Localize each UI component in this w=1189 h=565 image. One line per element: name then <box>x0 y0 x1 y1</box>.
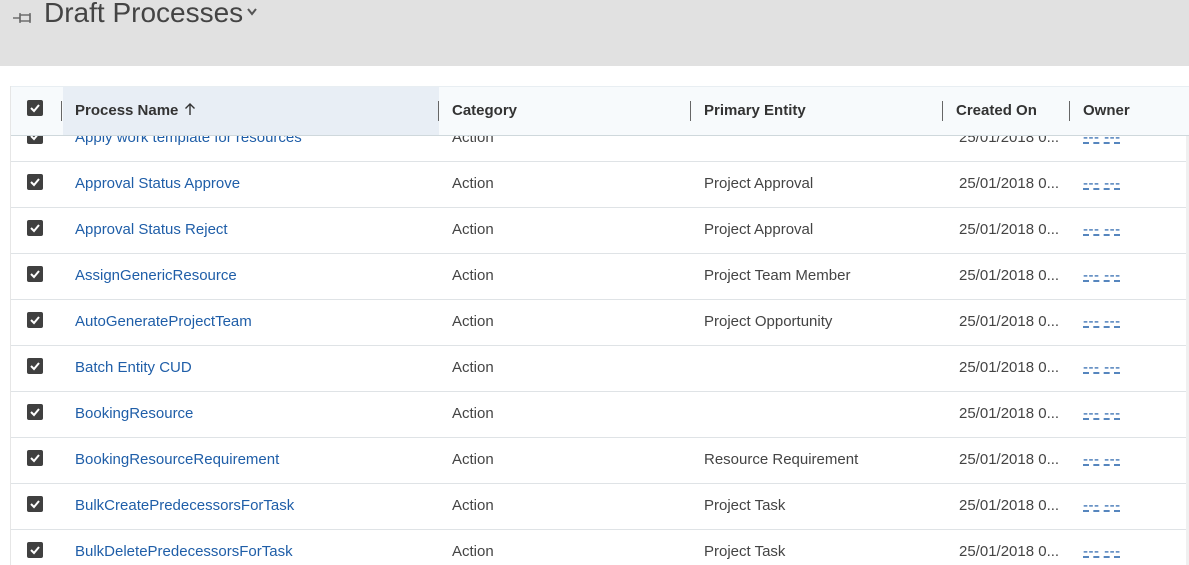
table-row[interactable]: AssignGenericResource Action Project Tea… <box>11 253 1189 300</box>
category-cell: Action <box>452 543 494 560</box>
owner-link[interactable]: --- --- <box>1083 161 1121 207</box>
primary-entity-cell: Project Task <box>704 543 786 560</box>
owner-link[interactable]: --- --- <box>1083 391 1121 437</box>
table-row[interactable]: BookingResource Action 25/01/2018 0... -… <box>11 391 1189 438</box>
primary-entity-cell: Resource Requirement <box>704 451 859 468</box>
grid-header: Process Name Category Primary Entity Cre… <box>11 86 1189 136</box>
process-name-link[interactable]: Approval Status Reject <box>75 207 228 253</box>
table-row[interactable]: Approval Status Reject Action Project Ap… <box>11 207 1189 254</box>
row-checkbox[interactable] <box>27 404 43 420</box>
column-header-process-name[interactable]: Process Name <box>75 87 196 135</box>
row-checkbox[interactable] <box>27 312 43 328</box>
primary-entity-cell: Project Task <box>704 497 786 514</box>
column-separator[interactable] <box>61 101 62 121</box>
primary-entity-cell: Project Approval <box>704 175 814 192</box>
created-on-cell: 25/01/2018 0... <box>959 543 1060 560</box>
primary-entity-cell: Project Team Member <box>704 267 851 284</box>
owner-link[interactable]: --- --- <box>1083 253 1121 299</box>
column-header-owner[interactable]: Owner <box>1083 87 1130 135</box>
process-name-link[interactable]: BulkDeletePredecessorsForTask <box>75 529 293 565</box>
table-row[interactable]: BulkCreatePredecessorsForTask Action Pro… <box>11 483 1189 530</box>
view-header: Draft Processes <box>0 0 1189 66</box>
created-on-cell: 25/01/2018 0... <box>959 175 1060 192</box>
category-cell: Action <box>452 267 494 284</box>
primary-entity-cell: Project Approval <box>704 221 814 238</box>
table-row[interactable]: BulkDeletePredecessorsForTask Action Pro… <box>11 529 1189 565</box>
category-cell: Action <box>452 405 494 422</box>
column-header-created-on[interactable]: Created On <box>956 87 1037 135</box>
select-all-checkbox[interactable] <box>27 100 43 116</box>
process-name-link[interactable]: Batch Entity CUD <box>75 345 192 391</box>
process-name-link[interactable]: BookingResource <box>75 391 193 437</box>
created-on-cell: 25/01/2018 0... <box>959 313 1060 330</box>
column-header-category[interactable]: Category <box>452 87 517 135</box>
table-row[interactable]: AutoGenerateProjectTeam Action Project O… <box>11 299 1189 346</box>
row-checkbox[interactable] <box>27 496 43 512</box>
created-on-cell: 25/01/2018 0... <box>959 497 1060 514</box>
category-cell: Action <box>452 497 494 514</box>
row-checkbox[interactable] <box>27 174 43 190</box>
category-cell: Action <box>452 313 494 330</box>
owner-link[interactable]: --- --- <box>1083 483 1121 529</box>
process-name-link[interactable]: Approval Status Approve <box>75 161 240 207</box>
table-row[interactable]: Batch Entity CUD Action 25/01/2018 0... … <box>11 345 1189 392</box>
category-cell: Action <box>452 175 494 192</box>
view-title[interactable]: Draft Processes <box>44 0 243 29</box>
table-row[interactable]: BookingResourceRequirement Action Resour… <box>11 437 1189 484</box>
column-separator[interactable] <box>1069 101 1070 121</box>
process-grid: Process Name Category Primary Entity Cre… <box>10 86 1189 565</box>
created-on-cell: 25/01/2018 0... <box>959 405 1060 422</box>
created-on-cell: 25/01/2018 0... <box>959 359 1060 376</box>
category-cell: Action <box>452 359 494 376</box>
column-separator[interactable] <box>942 101 943 121</box>
owner-link[interactable]: --- --- <box>1083 529 1121 565</box>
row-checkbox[interactable] <box>27 358 43 374</box>
primary-entity-cell: Project Opportunity <box>704 313 833 330</box>
process-name-link[interactable]: BookingResourceRequirement <box>75 437 279 483</box>
row-checkbox[interactable] <box>27 220 43 236</box>
row-checkbox[interactable] <box>27 266 43 282</box>
process-name-link[interactable]: BulkCreatePredecessorsForTask <box>75 483 294 529</box>
process-name-link[interactable]: AssignGenericResource <box>75 253 237 299</box>
owner-link[interactable]: --- --- <box>1083 345 1121 391</box>
created-on-cell: 25/01/2018 0... <box>959 267 1060 284</box>
owner-link[interactable]: --- --- <box>1083 299 1121 345</box>
process-name-link[interactable]: AutoGenerateProjectTeam <box>75 299 252 345</box>
category-cell: Action <box>452 221 494 238</box>
column-separator[interactable] <box>438 101 439 121</box>
owner-link[interactable]: --- --- <box>1083 437 1121 483</box>
chevron-down-icon[interactable] <box>246 7 258 17</box>
row-checkbox[interactable] <box>27 542 43 558</box>
column-separator[interactable] <box>690 101 691 121</box>
column-header-primary-entity[interactable]: Primary Entity <box>704 87 806 135</box>
category-cell: Action <box>452 451 494 468</box>
column-header-label: Process Name <box>75 102 179 119</box>
pin-icon[interactable] <box>12 12 34 24</box>
created-on-cell: 25/01/2018 0... <box>959 221 1060 238</box>
table-row[interactable]: Approval Status Approve Action Project A… <box>11 161 1189 208</box>
sort-ascending-icon <box>185 103 196 116</box>
created-on-cell: 25/01/2018 0... <box>959 451 1060 468</box>
owner-link[interactable]: --- --- <box>1083 207 1121 253</box>
row-checkbox[interactable] <box>27 450 43 466</box>
